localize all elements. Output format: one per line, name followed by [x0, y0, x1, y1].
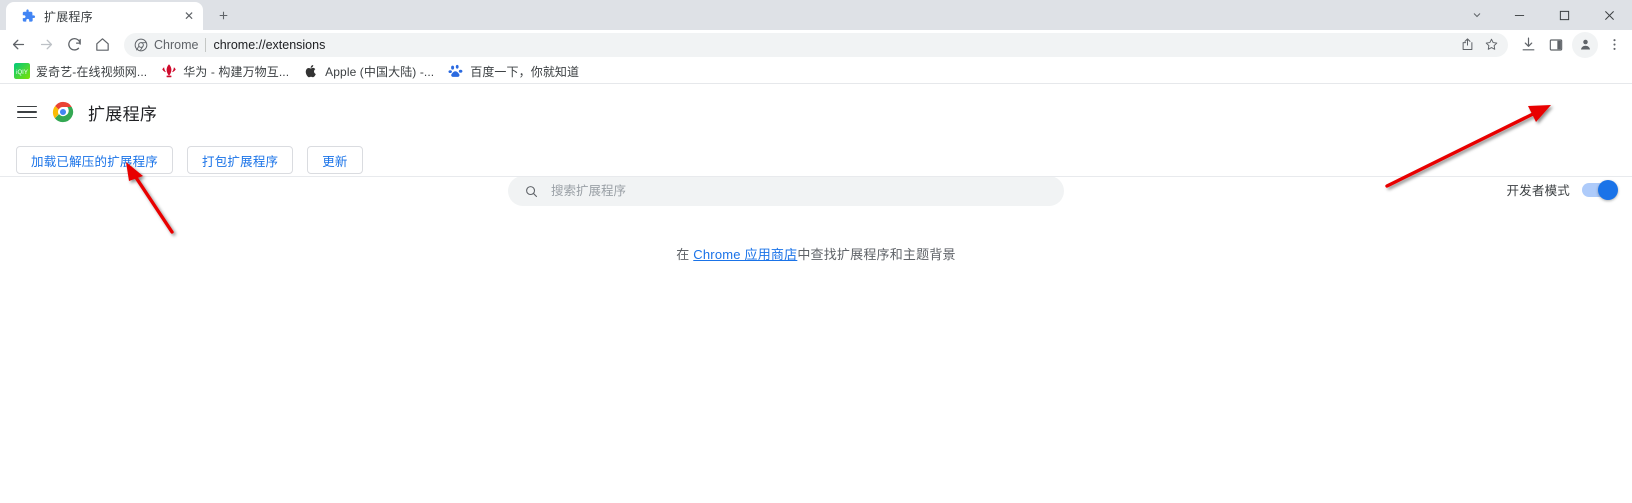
empty-state-message: 在 Chrome 应用商店中查找扩展程序和主题背景 — [0, 244, 1632, 263]
bookmark-label: 华为 - 构建万物互... — [183, 64, 290, 79]
side-panel-button[interactable] — [1542, 31, 1570, 59]
developer-mode-label: 开发者模式 — [1506, 184, 1570, 198]
hamburger-menu-icon[interactable] — [14, 99, 40, 125]
forward-button[interactable] — [32, 31, 60, 59]
chevron-down-icon — [1473, 13, 1481, 18]
download-icon — [1522, 37, 1534, 51]
browser-toolbar: Chrome chrome://extensions — [0, 30, 1632, 59]
developer-mode-toggle[interactable] — [1582, 179, 1618, 200]
omnibox-chip: Chrome — [134, 38, 198, 52]
close-icon — [1605, 10, 1614, 20]
pack-extension-button[interactable]: 打包扩展程序 — [187, 146, 294, 174]
bookmark-label: 爱奇艺-在线视频网... — [36, 64, 148, 79]
baidu-icon — [448, 64, 463, 77]
plus-icon — [219, 11, 227, 19]
share-icon — [1462, 38, 1472, 50]
bookmark-item[interactable]: Apple (中国大陆) -... — [297, 60, 442, 83]
empty-state-suffix: 中查找扩展程序和主题背景 — [797, 247, 956, 262]
update-button[interactable]: 更新 — [307, 146, 363, 174]
maximize-icon — [1559, 10, 1570, 20]
chrome-icon — [134, 38, 148, 51]
header-divider — [0, 176, 1632, 177]
home-icon — [95, 38, 109, 51]
extensions-action-bar: 加载已解压的扩展程序 打包扩展程序 更新 — [0, 146, 1632, 174]
side-panel-icon — [1549, 38, 1563, 51]
minimize-button[interactable] — [1497, 0, 1542, 30]
developer-mode-control: 开发者模式 — [1506, 179, 1618, 200]
omnibox-separator — [205, 37, 207, 52]
home-button[interactable] — [88, 31, 116, 59]
search-icon — [526, 185, 538, 197]
arrow-left-icon — [12, 39, 24, 50]
bookmark-button[interactable] — [1480, 34, 1502, 56]
avatar-icon — [1580, 39, 1590, 50]
reload-icon — [67, 38, 81, 51]
huawei-icon — [162, 64, 176, 78]
new-tab-button[interactable] — [209, 1, 237, 29]
browser-tab[interactable]: 扩展程序 ✕ — [6, 2, 203, 30]
chrome-web-store-link[interactable]: Chrome 应用商店 — [693, 247, 797, 262]
page-title: 扩展程序 — [88, 104, 158, 124]
tab-search-button[interactable] — [1457, 0, 1497, 30]
star-icon — [1485, 38, 1497, 50]
bookmark-item[interactable]: iQIY 爱奇艺-在线视频网... — [8, 60, 155, 83]
omnibox-url: chrome://extensions — [213, 37, 326, 52]
svg-text:iQIY: iQIY — [16, 70, 28, 76]
close-button[interactable] — [1587, 0, 1632, 30]
bookmark-label: 百度一下，你就知道 — [470, 64, 580, 79]
search-input[interactable] — [551, 184, 1048, 198]
empty-state-prefix: 在 — [676, 247, 694, 262]
tab-strip: 扩展程序 ✕ — [0, 0, 1632, 30]
bookmarks-bar: iQIY 爱奇艺-在线视频网... 华为 - 构建万物互... Apple (中… — [0, 59, 1632, 84]
three-dot-menu-icon — [1612, 39, 1616, 50]
puzzle-piece-icon — [22, 9, 36, 22]
iqiyi-icon: iQIY — [14, 63, 30, 79]
browser-menu-button[interactable] — [1600, 31, 1628, 59]
search-box[interactable] — [508, 176, 1064, 206]
toggle-knob — [1598, 179, 1618, 200]
apple-icon — [305, 65, 316, 78]
maximize-button[interactable] — [1542, 0, 1587, 30]
window-controls — [1457, 0, 1632, 30]
profile-button[interactable] — [1572, 31, 1598, 58]
bookmark-label: Apple (中国大陆) -... — [325, 64, 435, 79]
bookmark-item[interactable]: 百度一下，你就知道 — [442, 60, 587, 83]
reload-button[interactable] — [60, 31, 88, 59]
arrow-right-icon — [40, 39, 52, 50]
downloads-button[interactable] — [1514, 31, 1542, 59]
minimize-icon — [1514, 14, 1525, 16]
share-button[interactable] — [1456, 34, 1478, 56]
close-icon[interactable]: ✕ — [181, 8, 197, 24]
address-bar[interactable]: Chrome chrome://extensions — [124, 32, 1508, 57]
omnibox-chip-label: Chrome — [154, 37, 199, 52]
omnibox-actions — [1456, 34, 1502, 56]
load-unpacked-button[interactable]: 加载已解压的扩展程序 — [16, 146, 174, 174]
bookmark-item[interactable]: 华为 - 构建万物互... — [155, 60, 297, 83]
back-button[interactable] — [4, 31, 32, 59]
extensions-page: 扩展程序 开发者模式 加载已解压的扩展程序 打包扩展程序 更新 在 Chrome… — [0, 84, 1632, 503]
chrome-logo-icon — [52, 101, 74, 123]
tab-title: 扩展程序 — [44, 9, 93, 24]
extensions-header: 扩展程序 — [0, 84, 1632, 140]
